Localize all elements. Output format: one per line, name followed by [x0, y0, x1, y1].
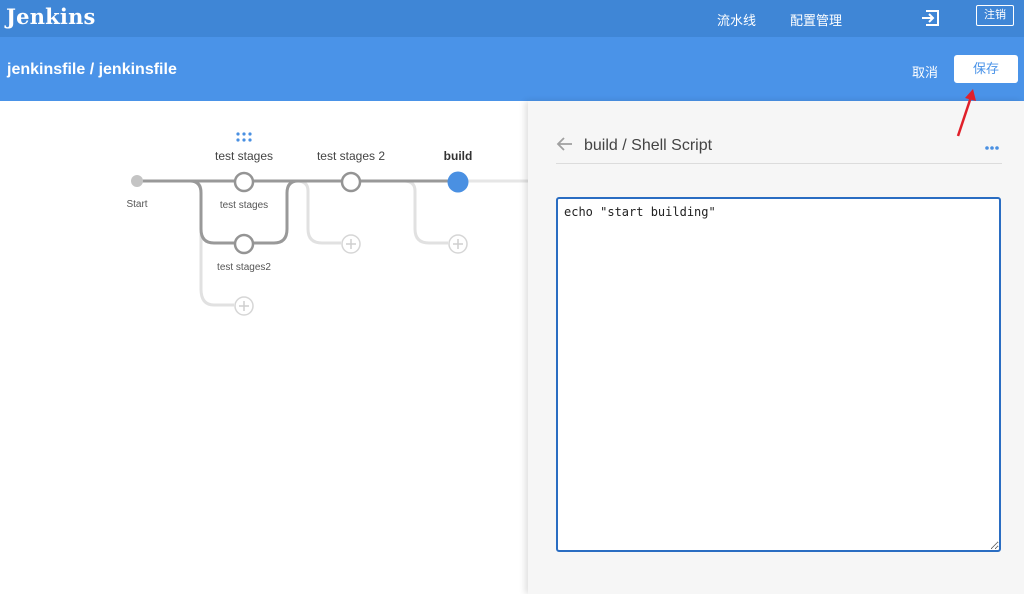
cancel-button[interactable]: 取消 [912, 62, 938, 81]
start-node [131, 175, 143, 187]
add-stage-icon[interactable] [448, 234, 468, 254]
jenkins-logo[interactable]: Jenkins [6, 4, 96, 29]
nav-config[interactable]: 配置管理 [790, 10, 842, 29]
stage-label[interactable]: build [444, 149, 473, 163]
drag-handle-icon[interactable] [236, 132, 252, 142]
save-button[interactable]: 保存 [954, 55, 1018, 83]
branch-label[interactable]: test stages2 [217, 262, 271, 273]
stage-label[interactable]: test stages [215, 149, 273, 163]
back-arrow-icon[interactable] [556, 135, 574, 153]
add-stage-icon[interactable] [234, 296, 254, 316]
exit-icon[interactable] [920, 8, 942, 28]
branch-label[interactable]: test stages [220, 200, 268, 211]
top-bar: Jenkins 流水线 配置管理 注销 [0, 0, 1024, 37]
start-label: Start [126, 199, 148, 210]
panel-divider [556, 163, 1002, 164]
stage-node[interactable] [233, 233, 255, 255]
nav-pipelines[interactable]: 流水线 [717, 10, 756, 29]
add-stage-icon[interactable] [341, 234, 361, 254]
pipeline-header: jenkinsfile / jenkinsfile 取消 保存 [0, 37, 1024, 101]
stage-label[interactable]: test stages 2 [317, 149, 385, 163]
logout-button[interactable]: 注销 [976, 5, 1014, 26]
panel-title: build / Shell Script [584, 137, 713, 154]
annotation-arrow-icon [956, 89, 976, 137]
stage-node-selected[interactable] [447, 171, 469, 193]
pipeline-graph: Start test stages test stages test stage… [0, 101, 528, 594]
stage-node[interactable] [340, 171, 362, 193]
step-editor-panel: build / Shell Script echo "start buildin… [528, 101, 1024, 594]
stage-node[interactable] [233, 171, 255, 193]
page-title: jenkinsfile / jenkinsfile [7, 61, 177, 78]
more-icon[interactable] [984, 145, 1000, 151]
script-textarea[interactable]: echo "start building" [556, 197, 1001, 552]
